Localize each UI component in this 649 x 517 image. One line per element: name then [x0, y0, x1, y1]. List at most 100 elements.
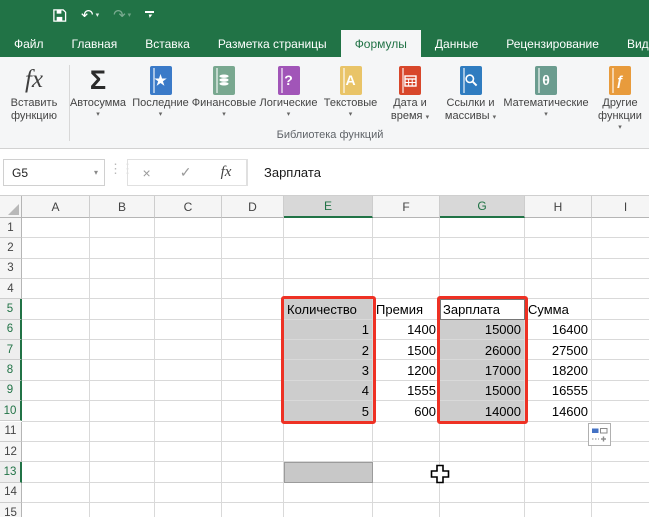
more-functions-button[interactable]: ƒДругиефункции▾	[590, 60, 649, 132]
cell-F10[interactable]: 600	[373, 401, 440, 421]
autosum-button[interactable]: ΣАвтосумма▾	[66, 60, 130, 119]
math-trig-label: Математические	[503, 97, 588, 110]
cell-H8[interactable]: 18200	[525, 360, 592, 380]
tab-view[interactable]: Вид	[613, 30, 649, 57]
col-header-F[interactable]: F	[373, 196, 440, 218]
cell-H5[interactable]: Сумма	[525, 299, 592, 319]
formula-bar: G5 ▾ ⋮⋮ × ✓ fx Зарплата	[0, 149, 649, 196]
undo-icon[interactable]: ↶▾	[81, 8, 99, 23]
date-time-button[interactable]: Дата ивремя ▾	[381, 60, 439, 123]
cell-H7[interactable]: 27500	[525, 340, 592, 360]
tab-file[interactable]: Файл	[0, 30, 58, 57]
lookup-reference-button[interactable]: Ссылки имассивы ▾	[439, 60, 502, 123]
text-button[interactable]: АТекстовые▾	[320, 60, 381, 119]
more-functions-label: Другиефункции	[598, 97, 642, 123]
row-header-5[interactable]: 5	[0, 299, 22, 319]
insert-function-icon[interactable]: fx	[221, 164, 232, 181]
recent-caret-icon: ▾	[159, 110, 163, 119]
insert-function-button[interactable]: fxВставитьфункцию	[2, 60, 66, 123]
cell-H10[interactable]: 14600	[525, 401, 592, 421]
cell-G6[interactable]: 15000	[440, 320, 525, 340]
name-box[interactable]: G5 ▾	[3, 159, 105, 186]
quick-analysis-button[interactable]	[588, 423, 611, 446]
select-all-corner[interactable]	[0, 196, 22, 218]
tab-home[interactable]: Главная	[58, 30, 132, 57]
col-header-H[interactable]: H	[525, 196, 592, 218]
row-header-2[interactable]: 2	[0, 238, 22, 258]
row-header-10[interactable]: 10	[0, 401, 22, 421]
financial-icon	[213, 63, 235, 97]
lookup-reference-label: Ссылки имассивы ▾	[445, 97, 496, 123]
formula-input[interactable]: Зарплата	[247, 159, 649, 186]
save-icon[interactable]	[52, 8, 67, 23]
cell-F7[interactable]: 1500	[373, 340, 440, 360]
cell-E5[interactable]: Количество	[284, 299, 373, 319]
col-header-E[interactable]: E	[284, 196, 373, 218]
formula-bar-buttons: × ✓ fx	[127, 159, 247, 186]
tab-page-layout[interactable]: Разметка страницы	[204, 30, 341, 57]
row-header-4[interactable]: 4	[0, 279, 22, 299]
customize-qat-icon[interactable]: ▾	[145, 11, 154, 19]
cell-G10[interactable]: 14000	[440, 401, 525, 421]
row-header-13[interactable]: 13	[0, 462, 22, 482]
cell-G9[interactable]: 15000	[440, 381, 525, 401]
col-header-I[interactable]: I	[592, 196, 649, 218]
row-header-14[interactable]: 14	[0, 483, 22, 503]
col-header-C[interactable]: C	[155, 196, 222, 218]
enter-icon[interactable]: ✓	[180, 164, 192, 181]
cell-E10[interactable]: 5	[284, 401, 373, 421]
row-header-6[interactable]: 6	[0, 320, 22, 340]
row-header-15[interactable]: 15	[0, 503, 22, 517]
cell-F5[interactable]: Премия	[373, 299, 440, 319]
cell-G8[interactable]: 17000	[440, 360, 525, 380]
row-header-1[interactable]: 1	[0, 218, 22, 238]
cell-G5[interactable]: Зарплата	[440, 299, 525, 319]
cell-G7[interactable]: 26000	[440, 340, 525, 360]
tab-review[interactable]: Рецензирование	[492, 30, 613, 57]
name-box-caret-icon[interactable]: ▾	[94, 168, 98, 177]
col-header-D[interactable]: D	[222, 196, 284, 218]
autosum-label: Автосумма	[70, 97, 126, 110]
autosum-icon: Σ	[90, 63, 106, 97]
function-library-group: fxВставитьфункциюΣАвтосумма▾★Последние▾Ф…	[0, 57, 649, 132]
recent-button[interactable]: ★Последние▾	[130, 60, 191, 119]
row-header-12[interactable]: 12	[0, 442, 22, 462]
math-trig-button[interactable]: θМатематические▾	[502, 60, 590, 119]
tab-data[interactable]: Данные	[421, 30, 492, 57]
row-header-7[interactable]: 7	[0, 340, 22, 360]
row-header-3[interactable]: 3	[0, 259, 22, 279]
tab-insert[interactable]: Вставка	[131, 30, 204, 57]
cell-F8[interactable]: 1200	[373, 360, 440, 380]
more-functions-caret-icon: ▾	[618, 123, 622, 132]
text-icon: А	[340, 63, 362, 97]
cell-E8[interactable]: 3	[284, 360, 373, 380]
logical-label: Логические	[260, 97, 318, 110]
cell-E7[interactable]: 2	[284, 340, 373, 360]
ribbon-tab-bar: ФайлГлавнаяВставкаРазметка страницыФорму…	[0, 30, 649, 57]
cell-E6[interactable]: 1	[284, 320, 373, 340]
cell-E9[interactable]: 4	[284, 381, 373, 401]
row-header-9[interactable]: 9	[0, 381, 22, 401]
date-time-icon	[399, 63, 421, 97]
col-header-A[interactable]: A	[22, 196, 90, 218]
row-header-8[interactable]: 8	[0, 360, 22, 380]
tab-formulas[interactable]: Формулы	[341, 30, 421, 57]
cancel-icon[interactable]: ×	[143, 165, 151, 181]
row-header-11[interactable]: 11	[0, 422, 22, 442]
logical-button[interactable]: ?Логические▾	[257, 60, 320, 119]
cell-H6[interactable]: 16400	[525, 320, 592, 340]
financial-button[interactable]: Финансовые▾	[191, 60, 257, 119]
col-header-B[interactable]: B	[90, 196, 155, 218]
recent-label: Последние	[132, 97, 189, 110]
cell-H9[interactable]: 16555	[525, 381, 592, 401]
selected-cell-E13[interactable]	[284, 462, 373, 482]
ribbon-formulas: fxВставитьфункциюΣАвтосумма▾★Последние▾Ф…	[0, 57, 649, 149]
cell-F6[interactable]: 1400	[373, 320, 440, 340]
col-header-G[interactable]: G	[440, 196, 525, 218]
text-label: Текстовые	[324, 97, 378, 110]
ribbon-group-separator	[69, 65, 70, 141]
more-functions-icon: ƒ	[609, 63, 631, 97]
insert-function-icon: fx	[25, 63, 43, 97]
lookup-reference-icon	[460, 63, 482, 97]
cell-F9[interactable]: 1555	[373, 381, 440, 401]
